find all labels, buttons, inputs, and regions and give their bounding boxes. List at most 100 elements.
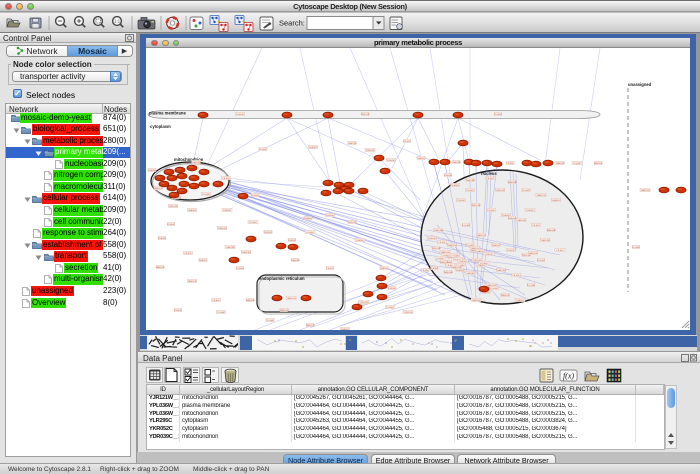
svg-text:YPR12W: YPR12W <box>360 302 370 304</box>
svg-text:YBR11W: YBR11W <box>594 163 604 165</box>
svg-text:YJL45C: YJL45C <box>556 250 564 252</box>
svg-text:YPR12W: YPR12W <box>361 114 371 116</box>
svg-text:YMR20W: YMR20W <box>546 230 556 232</box>
svg-text:YLR43C: YLR43C <box>174 310 183 312</box>
svg-text:YDR39C: YDR39C <box>264 232 273 234</box>
svg-text:YKL06C: YKL06C <box>487 210 496 212</box>
svg-text:YGR19W: YGR19W <box>516 220 526 222</box>
svg-text:YLR43C: YLR43C <box>428 238 437 240</box>
svg-text:YKL06C: YKL06C <box>480 263 489 265</box>
svg-text:YPR12W: YPR12W <box>218 228 228 230</box>
svg-text:YGR19W: YGR19W <box>451 162 461 164</box>
svg-text:YGR19W: YGR19W <box>465 273 475 275</box>
svg-text:YDR39C: YDR39C <box>526 210 535 212</box>
svg-text:YBR11W: YBR11W <box>188 281 198 283</box>
svg-text:YDR39C: YDR39C <box>459 261 468 263</box>
svg-text:YJL45C: YJL45C <box>212 300 220 302</box>
svg-text:YHR05C: YHR05C <box>417 158 426 160</box>
svg-text:YJL45C: YJL45C <box>222 178 230 180</box>
svg-text:YJL45C: YJL45C <box>403 141 411 143</box>
svg-text:YDR39C: YDR39C <box>148 170 157 172</box>
svg-text:YKL06C: YKL06C <box>436 258 445 260</box>
svg-text:YGR19W: YGR19W <box>290 260 300 262</box>
svg-text:YBR11W: YBR11W <box>501 295 511 297</box>
svg-text:YKL06C: YKL06C <box>494 114 503 116</box>
svg-text:YOL08C: YOL08C <box>236 268 245 270</box>
svg-text:YOL08C: YOL08C <box>573 163 582 165</box>
svg-text:YLR43C: YLR43C <box>457 200 466 202</box>
svg-text:YGR19W: YGR19W <box>241 252 251 254</box>
svg-text:YJL45C: YJL45C <box>532 225 540 227</box>
svg-text:YLR43C: YLR43C <box>507 250 516 252</box>
svg-text:YLR43C: YLR43C <box>236 114 245 116</box>
svg-text:YPR12W: YPR12W <box>522 255 532 257</box>
svg-text:YPR12W: YPR12W <box>432 248 442 250</box>
svg-text:YDR39C: YDR39C <box>158 238 167 240</box>
svg-text:YKL06C: YKL06C <box>167 224 176 226</box>
svg-text:YOL08C: YOL08C <box>490 288 499 290</box>
svg-text:YBR11W: YBR11W <box>448 245 458 247</box>
svg-text:YDR39C: YDR39C <box>477 265 486 267</box>
svg-text:YPR12W: YPR12W <box>472 205 482 207</box>
svg-text:YHR05C: YHR05C <box>304 218 313 220</box>
svg-text:YLR43C: YLR43C <box>485 254 494 256</box>
svg-text:YHR05C: YHR05C <box>492 245 501 247</box>
svg-text:YDR39C: YDR39C <box>456 270 465 272</box>
svg-text:YJL45C: YJL45C <box>184 253 192 255</box>
svg-text:YKL06C: YKL06C <box>386 307 395 309</box>
svg-text:f(x): f(x) <box>563 372 574 381</box>
svg-text:YOL08C: YOL08C <box>202 194 211 196</box>
svg-text:YOL08C: YOL08C <box>266 320 275 322</box>
svg-text:YHR05C: YHR05C <box>380 268 389 270</box>
svg-text:YPR12W: YPR12W <box>404 312 414 314</box>
svg-text:YLR43C: YLR43C <box>223 210 232 212</box>
svg-text:YHR05C: YHR05C <box>188 210 197 212</box>
svg-text:YKL06C: YKL06C <box>249 222 258 224</box>
svg-text:YBR11W: YBR11W <box>306 325 316 327</box>
svg-text:YBR11W: YBR11W <box>154 188 164 190</box>
svg-text:YBR11W: YBR11W <box>280 310 290 312</box>
svg-text:YOL08C: YOL08C <box>522 190 531 192</box>
svg-text:YMR20W: YMR20W <box>443 272 453 274</box>
svg-text:YLR43C: YLR43C <box>387 160 396 162</box>
svg-text:YDR39C: YDR39C <box>288 240 297 242</box>
svg-text:YJL45C: YJL45C <box>438 242 446 244</box>
svg-text:YGR19W: YGR19W <box>191 162 201 164</box>
svg-text:YMR20W: YMR20W <box>507 182 517 184</box>
svg-text:Search:: Search: <box>279 19 305 28</box>
svg-text:YHR05C: YHR05C <box>482 292 491 294</box>
svg-text:YBR11W: YBR11W <box>537 195 547 197</box>
svg-text:YKL06C: YKL06C <box>306 232 315 234</box>
svg-text:YPR12W: YPR12W <box>348 222 358 224</box>
svg-text:YDR39C: YDR39C <box>356 240 365 242</box>
svg-text:YLR43C: YLR43C <box>326 215 335 217</box>
svg-text:YJL45C: YJL45C <box>512 275 520 277</box>
svg-text:YMR20W: YMR20W <box>640 190 650 192</box>
svg-text:YOL08C: YOL08C <box>462 225 471 227</box>
svg-text:YBR11W: YBR11W <box>472 300 482 302</box>
svg-text:YPR12W: YPR12W <box>169 206 179 208</box>
svg-text:nucleus: nucleus <box>481 171 497 176</box>
svg-text:YOL08C: YOL08C <box>217 312 226 314</box>
svg-text:YPR12W: YPR12W <box>496 190 506 192</box>
svg-text:YKL06C: YKL06C <box>466 190 475 192</box>
svg-text:YGR19W: YGR19W <box>433 230 443 232</box>
svg-text:YLR43C: YLR43C <box>444 175 453 177</box>
svg-text:YBR11W: YBR11W <box>529 253 539 255</box>
svg-text:YOL08C: YOL08C <box>632 247 641 249</box>
svg-text:YJL45C: YJL45C <box>421 270 429 272</box>
svg-text:YKL06C: YKL06C <box>537 260 546 262</box>
svg-text:YMR20W: YMR20W <box>155 267 165 269</box>
svg-text:YGR19W: YGR19W <box>225 247 235 249</box>
svg-text:YHR05C: YHR05C <box>552 200 561 202</box>
svg-text:YHR05C: YHR05C <box>516 300 525 302</box>
svg-text:YHR05C: YHR05C <box>476 251 485 253</box>
svg-text:YGR19W: YGR19W <box>496 270 506 272</box>
svg-text:YLR43C: YLR43C <box>388 288 397 290</box>
svg-text:YBR11W: YBR11W <box>477 235 487 237</box>
svg-text:YMR20W: YMR20W <box>555 163 565 165</box>
svg-text:YJL45C: YJL45C <box>486 178 494 180</box>
svg-text:YKL06C: YKL06C <box>259 149 268 151</box>
svg-text:YJL45C: YJL45C <box>506 163 514 165</box>
svg-text:endoplasmic reticulum: endoplasmic reticulum <box>259 276 305 281</box>
